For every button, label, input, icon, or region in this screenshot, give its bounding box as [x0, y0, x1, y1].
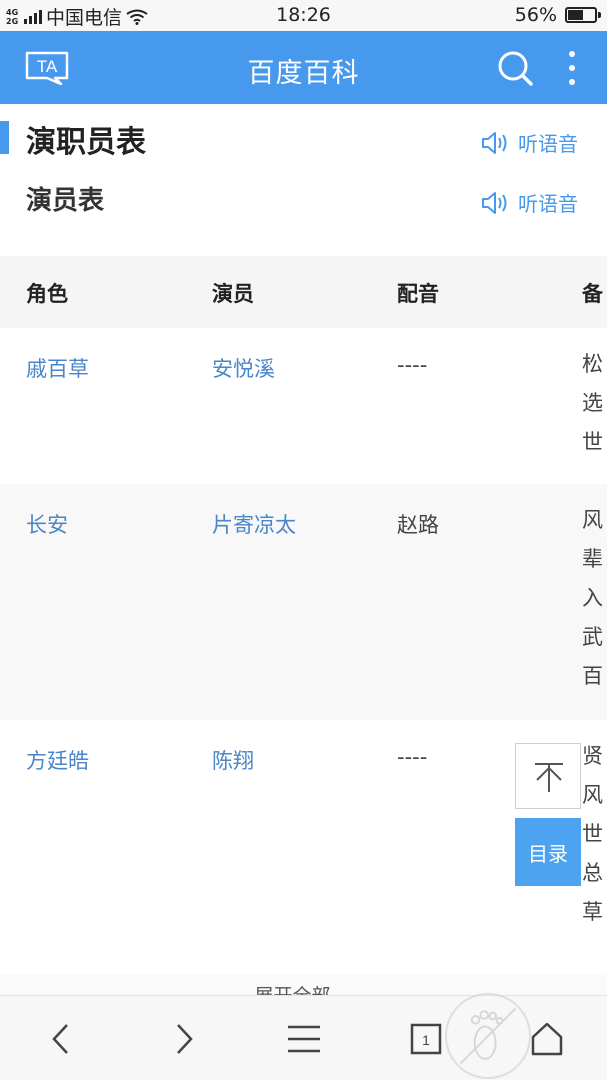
note-line: 武	[582, 625, 603, 649]
listen-button-section[interactable]: 听语音	[480, 128, 578, 157]
voice-cell: 赵路	[397, 513, 439, 537]
more-icon[interactable]	[563, 48, 581, 88]
footprint-watermark-icon	[445, 993, 531, 1079]
speaker-icon	[482, 191, 507, 214]
status-bar: 4G 2G 中国电信 18:26 56%	[0, 0, 607, 31]
column-header-note: 备	[582, 282, 603, 306]
table-header: 角色 演员 配音 备	[0, 256, 607, 328]
note-line: 风	[582, 508, 603, 532]
menu-button[interactable]	[264, 996, 344, 1080]
back-button[interactable]	[22, 996, 102, 1080]
subsection-title: 演员表	[26, 186, 105, 216]
status-right: 56%	[514, 4, 601, 26]
note-cell: 贤 风 世 总 草	[582, 737, 607, 932]
voice-cell: ----	[397, 745, 428, 769]
menu-icon	[288, 1025, 320, 1052]
note-line: 选	[582, 391, 603, 415]
column-header-voice: 配音	[397, 282, 439, 306]
role-link[interactable]: 长安	[26, 509, 68, 539]
column-header-actor: 演员	[212, 282, 254, 306]
home-icon	[531, 1022, 563, 1055]
toc-button[interactable]: 目录	[515, 818, 581, 886]
search-icon[interactable]	[496, 49, 534, 87]
battery-percent: 56%	[514, 4, 557, 26]
listen-button-subsection[interactable]: 听语音	[480, 188, 578, 217]
back-to-top-button[interactable]	[515, 743, 581, 809]
table-row: 长安 片寄凉太 赵路 风 辈 入 武 百	[0, 484, 607, 720]
forward-icon	[177, 1023, 193, 1054]
section-accent-bar	[0, 121, 9, 154]
actor-link[interactable]: 安悦溪	[212, 353, 275, 383]
voice-cell: ----	[397, 353, 428, 377]
note-line: 百	[582, 664, 603, 688]
table-row: 戚百草 安悦溪 ---- 松 选 世	[0, 328, 607, 484]
note-line: 入	[582, 586, 603, 610]
note-line: 世	[582, 430, 603, 454]
note-line: 贤	[582, 744, 603, 768]
listen-label: 听语音	[518, 132, 578, 156]
actor-link[interactable]: 陈翔	[212, 745, 254, 775]
tab-count: 1	[422, 1032, 430, 1048]
section-title: 演职员表	[26, 125, 146, 160]
note-line: 总	[582, 861, 603, 885]
column-header-role: 角色	[26, 282, 68, 306]
forward-button[interactable]	[143, 996, 223, 1080]
note-line: 辈	[582, 547, 603, 571]
note-line: 风	[582, 783, 603, 807]
note-line: 草	[582, 900, 603, 924]
note-cell: 风 辈 入 武 百	[582, 501, 607, 696]
arrow-up-to-top-icon	[535, 763, 563, 792]
speaker-icon	[482, 131, 507, 154]
app-header: TA 百度百科	[0, 31, 607, 104]
listen-label: 听语音	[518, 192, 578, 216]
note-line: 松	[582, 352, 603, 376]
actor-link[interactable]: 片寄凉太	[212, 509, 296, 539]
battery-icon	[565, 7, 601, 23]
note-cell: 松 选 世	[582, 345, 607, 462]
back-icon	[52, 1023, 68, 1054]
tabs-icon: 1	[410, 1023, 442, 1054]
note-line: 世	[582, 822, 603, 846]
role-link[interactable]: 戚百草	[26, 353, 89, 383]
role-link[interactable]: 方廷皓	[26, 745, 89, 775]
